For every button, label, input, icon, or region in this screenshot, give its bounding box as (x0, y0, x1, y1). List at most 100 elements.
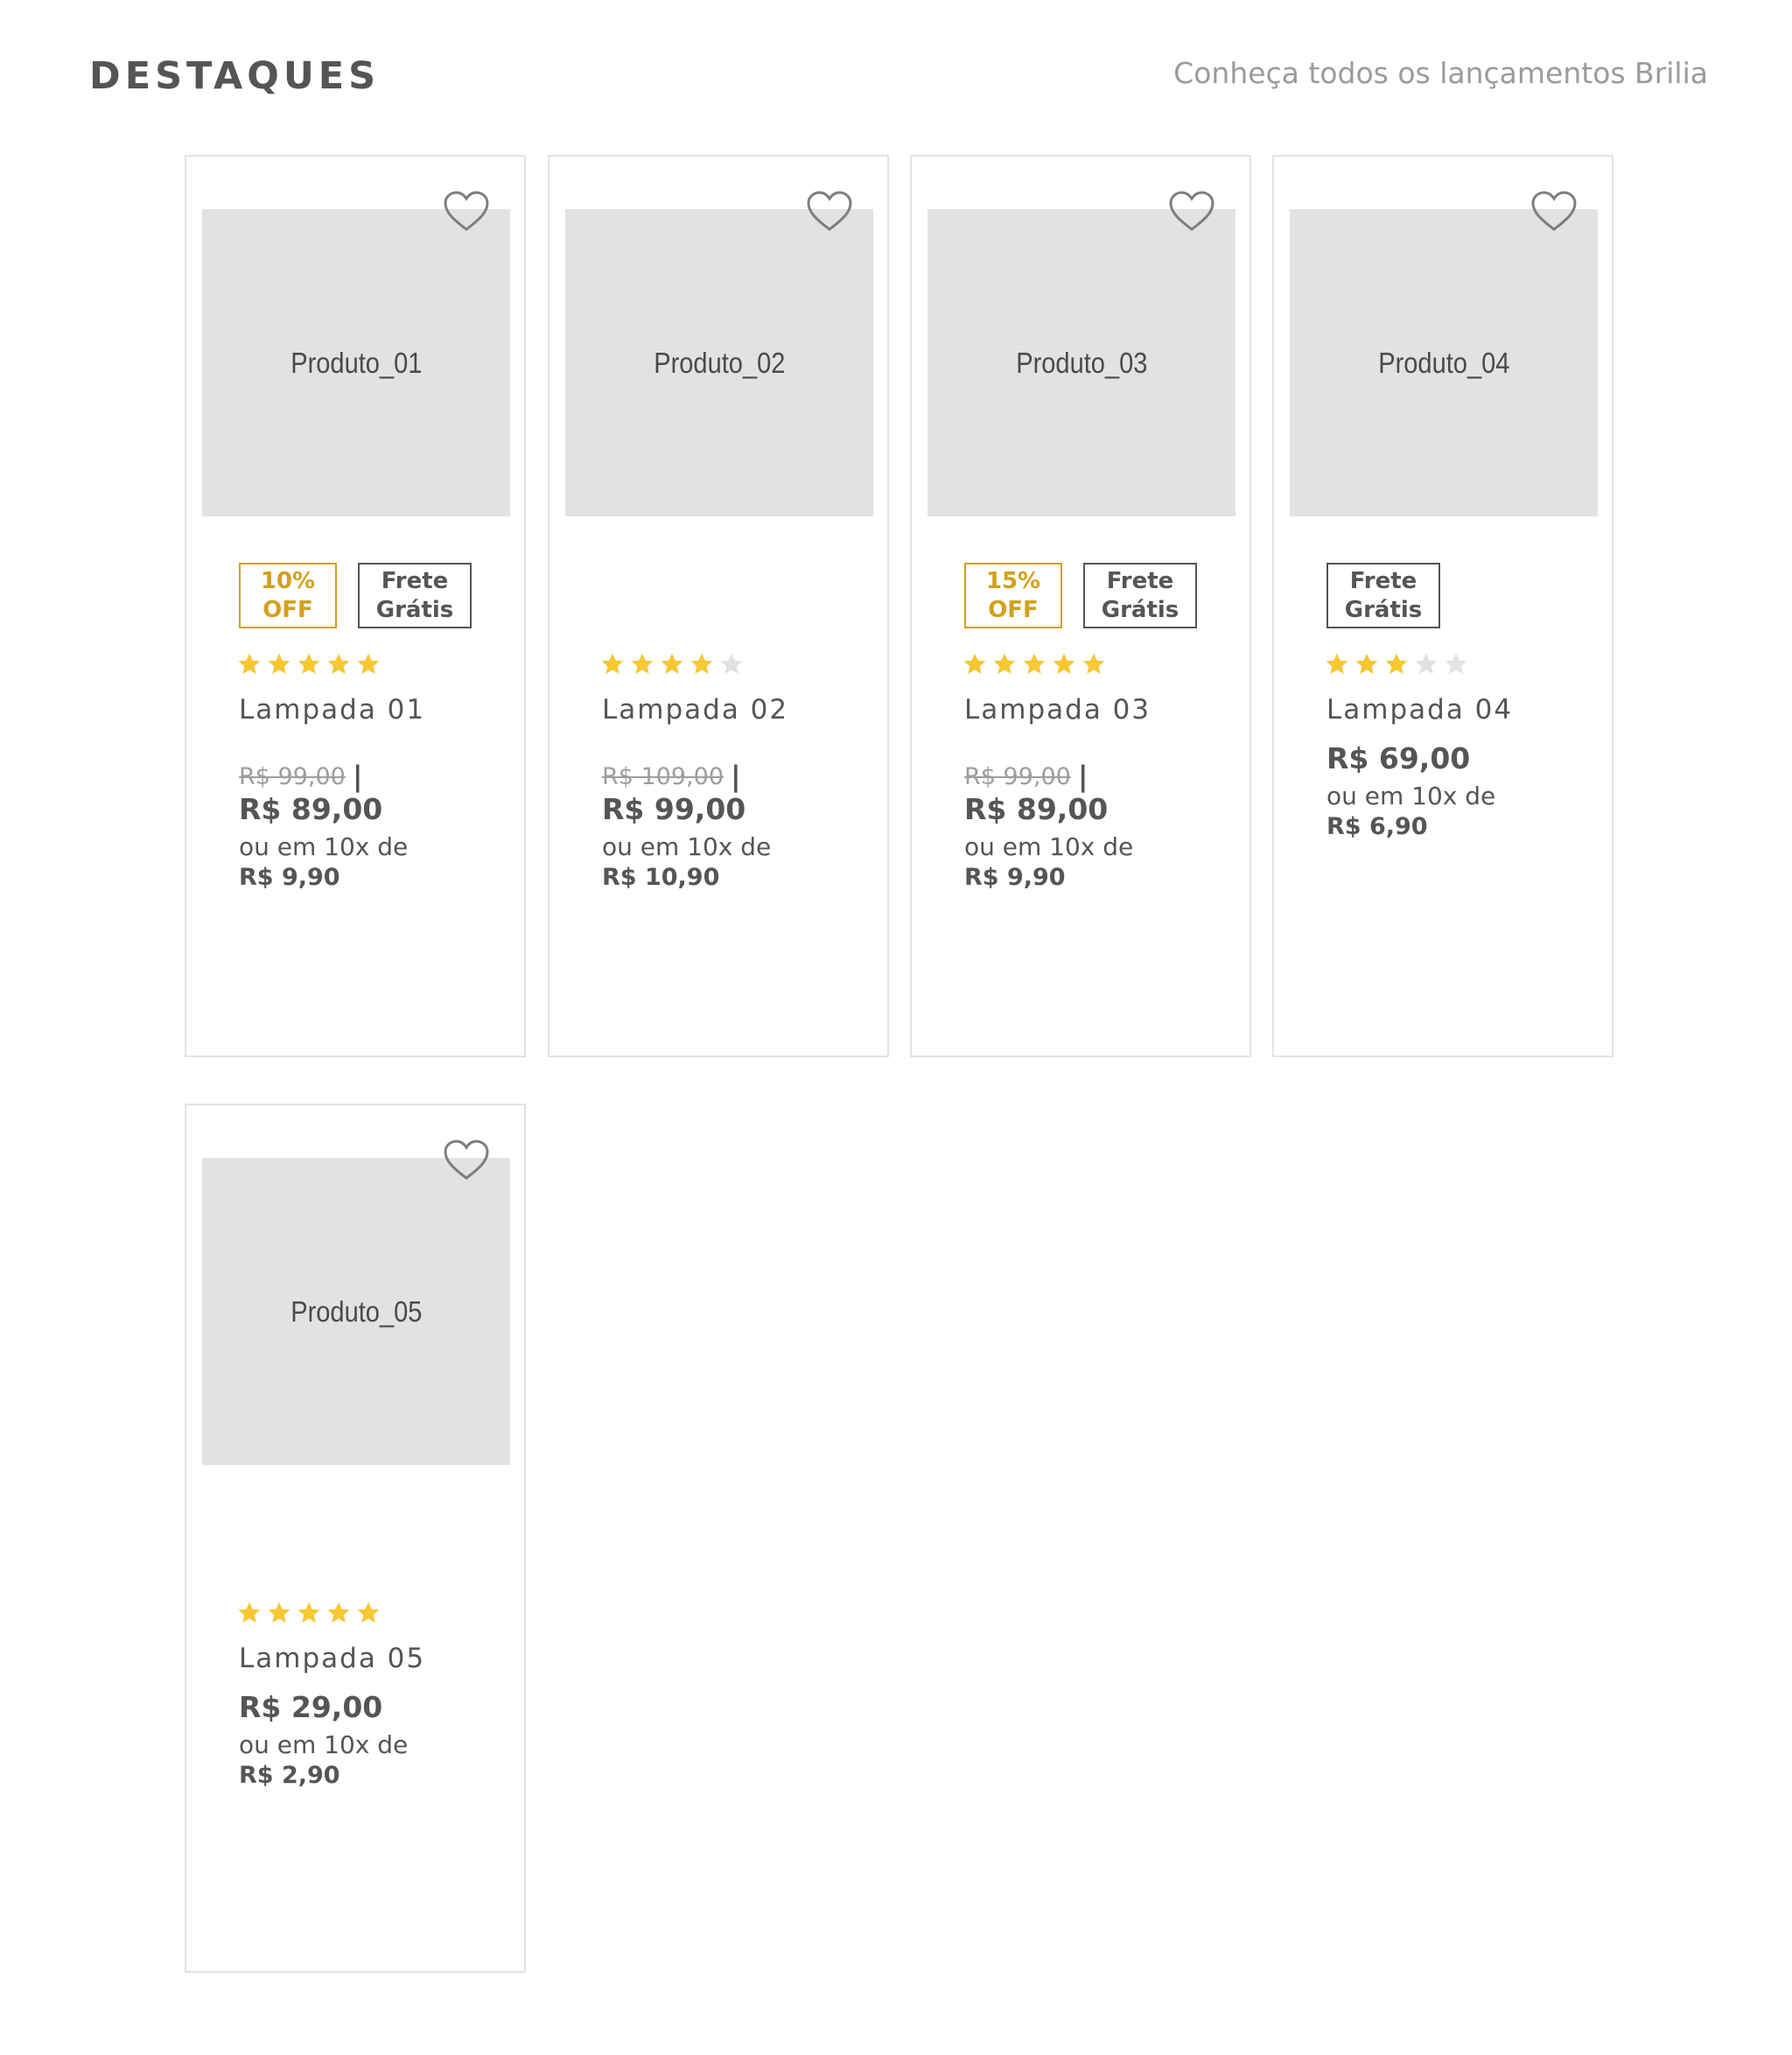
wishlist-heart-icon[interactable] (442, 190, 491, 234)
installment-value: R$ 10,90 (602, 864, 720, 891)
star-empty-icon (1415, 653, 1438, 674)
star-filled-icon (1326, 653, 1348, 674)
price-separator: | (731, 760, 741, 793)
product-image-label: Produto_03 (1015, 346, 1148, 379)
price-block: R$ 29,00 ou em 10x de R$ 2,90 (239, 1690, 519, 1790)
product-card[interactable]: Produto_03 15% OFF Frete Grátis Lampada … (910, 155, 1251, 1057)
wishlist-heart-icon[interactable] (805, 190, 854, 234)
product-image[interactable]: Produto_02 (565, 209, 873, 516)
installment-label: ou em 10x de (964, 832, 1134, 861)
product-image[interactable]: Produto_03 (928, 209, 1236, 516)
product-image-label: Produto_01 (290, 346, 423, 379)
rating-stars (962, 652, 1106, 677)
star-filled-icon (238, 653, 261, 674)
rating-stars (237, 652, 381, 677)
free-shipping-badge: Frete Grátis (1326, 563, 1440, 628)
product-image[interactable]: Produto_04 (1290, 209, 1598, 516)
installment-label: ou em 10x de (239, 832, 409, 861)
shipping-line-1: Frete (1106, 567, 1174, 594)
highlights-section: DESTAQUES Conheça todos os lançamentos B… (0, 0, 1792, 2055)
product-image[interactable]: Produto_01 (202, 209, 510, 516)
product-name[interactable]: Lampada 02 (602, 694, 788, 726)
installment-value: R$ 9,90 (964, 864, 1066, 891)
current-price: R$ 69,00 (1326, 741, 1471, 775)
star-filled-icon (268, 1602, 290, 1623)
product-card[interactable]: Produto_02 Lampada 02 R$ 109,00 | R$ 99,… (548, 155, 889, 1057)
star-filled-icon (1053, 653, 1075, 674)
installment-label: ou em 10x de (602, 832, 772, 861)
star-filled-icon (357, 653, 380, 674)
star-filled-icon (631, 653, 654, 674)
discount-percent: 10% (260, 567, 316, 594)
wishlist-heart-icon[interactable] (1530, 190, 1578, 234)
star-filled-icon (993, 653, 1016, 674)
shipping-line-1: Frete (381, 567, 449, 594)
star-filled-icon (357, 1602, 380, 1623)
current-price: R$ 29,00 (239, 1690, 383, 1724)
product-name[interactable]: Lampada 05 (239, 1643, 425, 1674)
product-name[interactable]: Lampada 03 (964, 694, 1151, 726)
star-filled-icon (1082, 653, 1105, 674)
shipping-line-2: Grátis (375, 596, 454, 623)
product-image-label: Produto_04 (1377, 346, 1510, 379)
current-price: R$ 89,00 (239, 792, 383, 826)
star-filled-icon (1023, 653, 1046, 674)
star-filled-icon (601, 653, 624, 674)
old-price: R$ 109,00 (602, 762, 724, 790)
rating-stars (600, 652, 744, 677)
installment-label: ou em 10x de (1326, 782, 1496, 810)
product-name[interactable]: Lampada 04 (1326, 694, 1513, 726)
product-card[interactable]: Produto_04 Frete Grátis Lampada 04 R$ 69… (1272, 155, 1614, 1057)
discount-percent: 15% (985, 567, 1041, 594)
rating-stars (1325, 652, 1468, 677)
product-badges: Frete Grátis (1326, 563, 1440, 628)
star-filled-icon (1385, 653, 1408, 674)
rating-stars (237, 1601, 381, 1625)
star-filled-icon (1355, 653, 1378, 674)
old-price: R$ 99,00 (239, 762, 346, 790)
product-name[interactable]: Lampada 01 (239, 694, 425, 726)
current-price: R$ 99,00 (602, 792, 746, 826)
shipping-line-2: Grátis (1344, 596, 1423, 623)
free-shipping-badge: Frete Grátis (358, 563, 472, 628)
star-filled-icon (298, 653, 320, 674)
star-empty-icon (1445, 653, 1467, 674)
product-card[interactable]: Produto_01 10% OFF Frete Grátis Lampada … (185, 155, 526, 1057)
installment-value: R$ 6,90 (1326, 813, 1428, 840)
current-price: R$ 89,00 (964, 792, 1109, 826)
installment-label: ou em 10x de (239, 1730, 409, 1759)
discount-badge: 10% OFF (239, 563, 337, 628)
price-block: R$ 99,00 | R$ 89,00 ou em 10x de R$ 9,90 (964, 760, 1244, 892)
wishlist-heart-icon[interactable] (442, 1139, 491, 1182)
discount-off: OFF (262, 596, 313, 623)
star-filled-icon (327, 1602, 350, 1623)
product-badges: 15% OFF Frete Grátis (964, 563, 1197, 628)
star-filled-icon (268, 653, 290, 674)
price-block: R$ 69,00 ou em 10x de R$ 6,90 (1326, 741, 1606, 841)
product-badges: 10% OFF Frete Grátis (239, 563, 472, 628)
price-block: R$ 99,00 | R$ 89,00 ou em 10x de R$ 9,90 (239, 760, 519, 892)
all-launches-link[interactable]: Conheça todos os lançamentos Brilia (1173, 56, 1708, 90)
star-filled-icon (238, 1602, 261, 1623)
old-price: R$ 99,00 (964, 762, 1071, 790)
section-title: DESTAQUES (89, 54, 381, 98)
product-image-label: Produto_05 (290, 1294, 423, 1328)
installment-value: R$ 2,90 (239, 1762, 340, 1789)
star-filled-icon (661, 653, 683, 674)
star-filled-icon (298, 1602, 320, 1623)
shipping-line-2: Grátis (1101, 596, 1180, 623)
star-filled-icon (690, 653, 713, 674)
price-block: R$ 109,00 | R$ 99,00 ou em 10x de R$ 10,… (602, 760, 882, 892)
installment-value: R$ 9,90 (239, 864, 340, 891)
product-card[interactable]: Produto_05 Lampada 05 R$ 29,00 ou em 10x… (185, 1104, 526, 1973)
star-filled-icon (963, 653, 986, 674)
price-separator: | (1077, 760, 1088, 793)
shipping-line-1: Frete (1349, 567, 1418, 594)
product-image-label: Produto_02 (653, 346, 786, 379)
free-shipping-badge: Frete Grátis (1083, 563, 1197, 628)
product-image[interactable]: Produto_05 (202, 1158, 510, 1465)
price-separator: | (352, 760, 363, 793)
wishlist-heart-icon[interactable] (1167, 190, 1216, 234)
star-filled-icon (327, 653, 350, 674)
star-empty-icon (720, 653, 743, 674)
